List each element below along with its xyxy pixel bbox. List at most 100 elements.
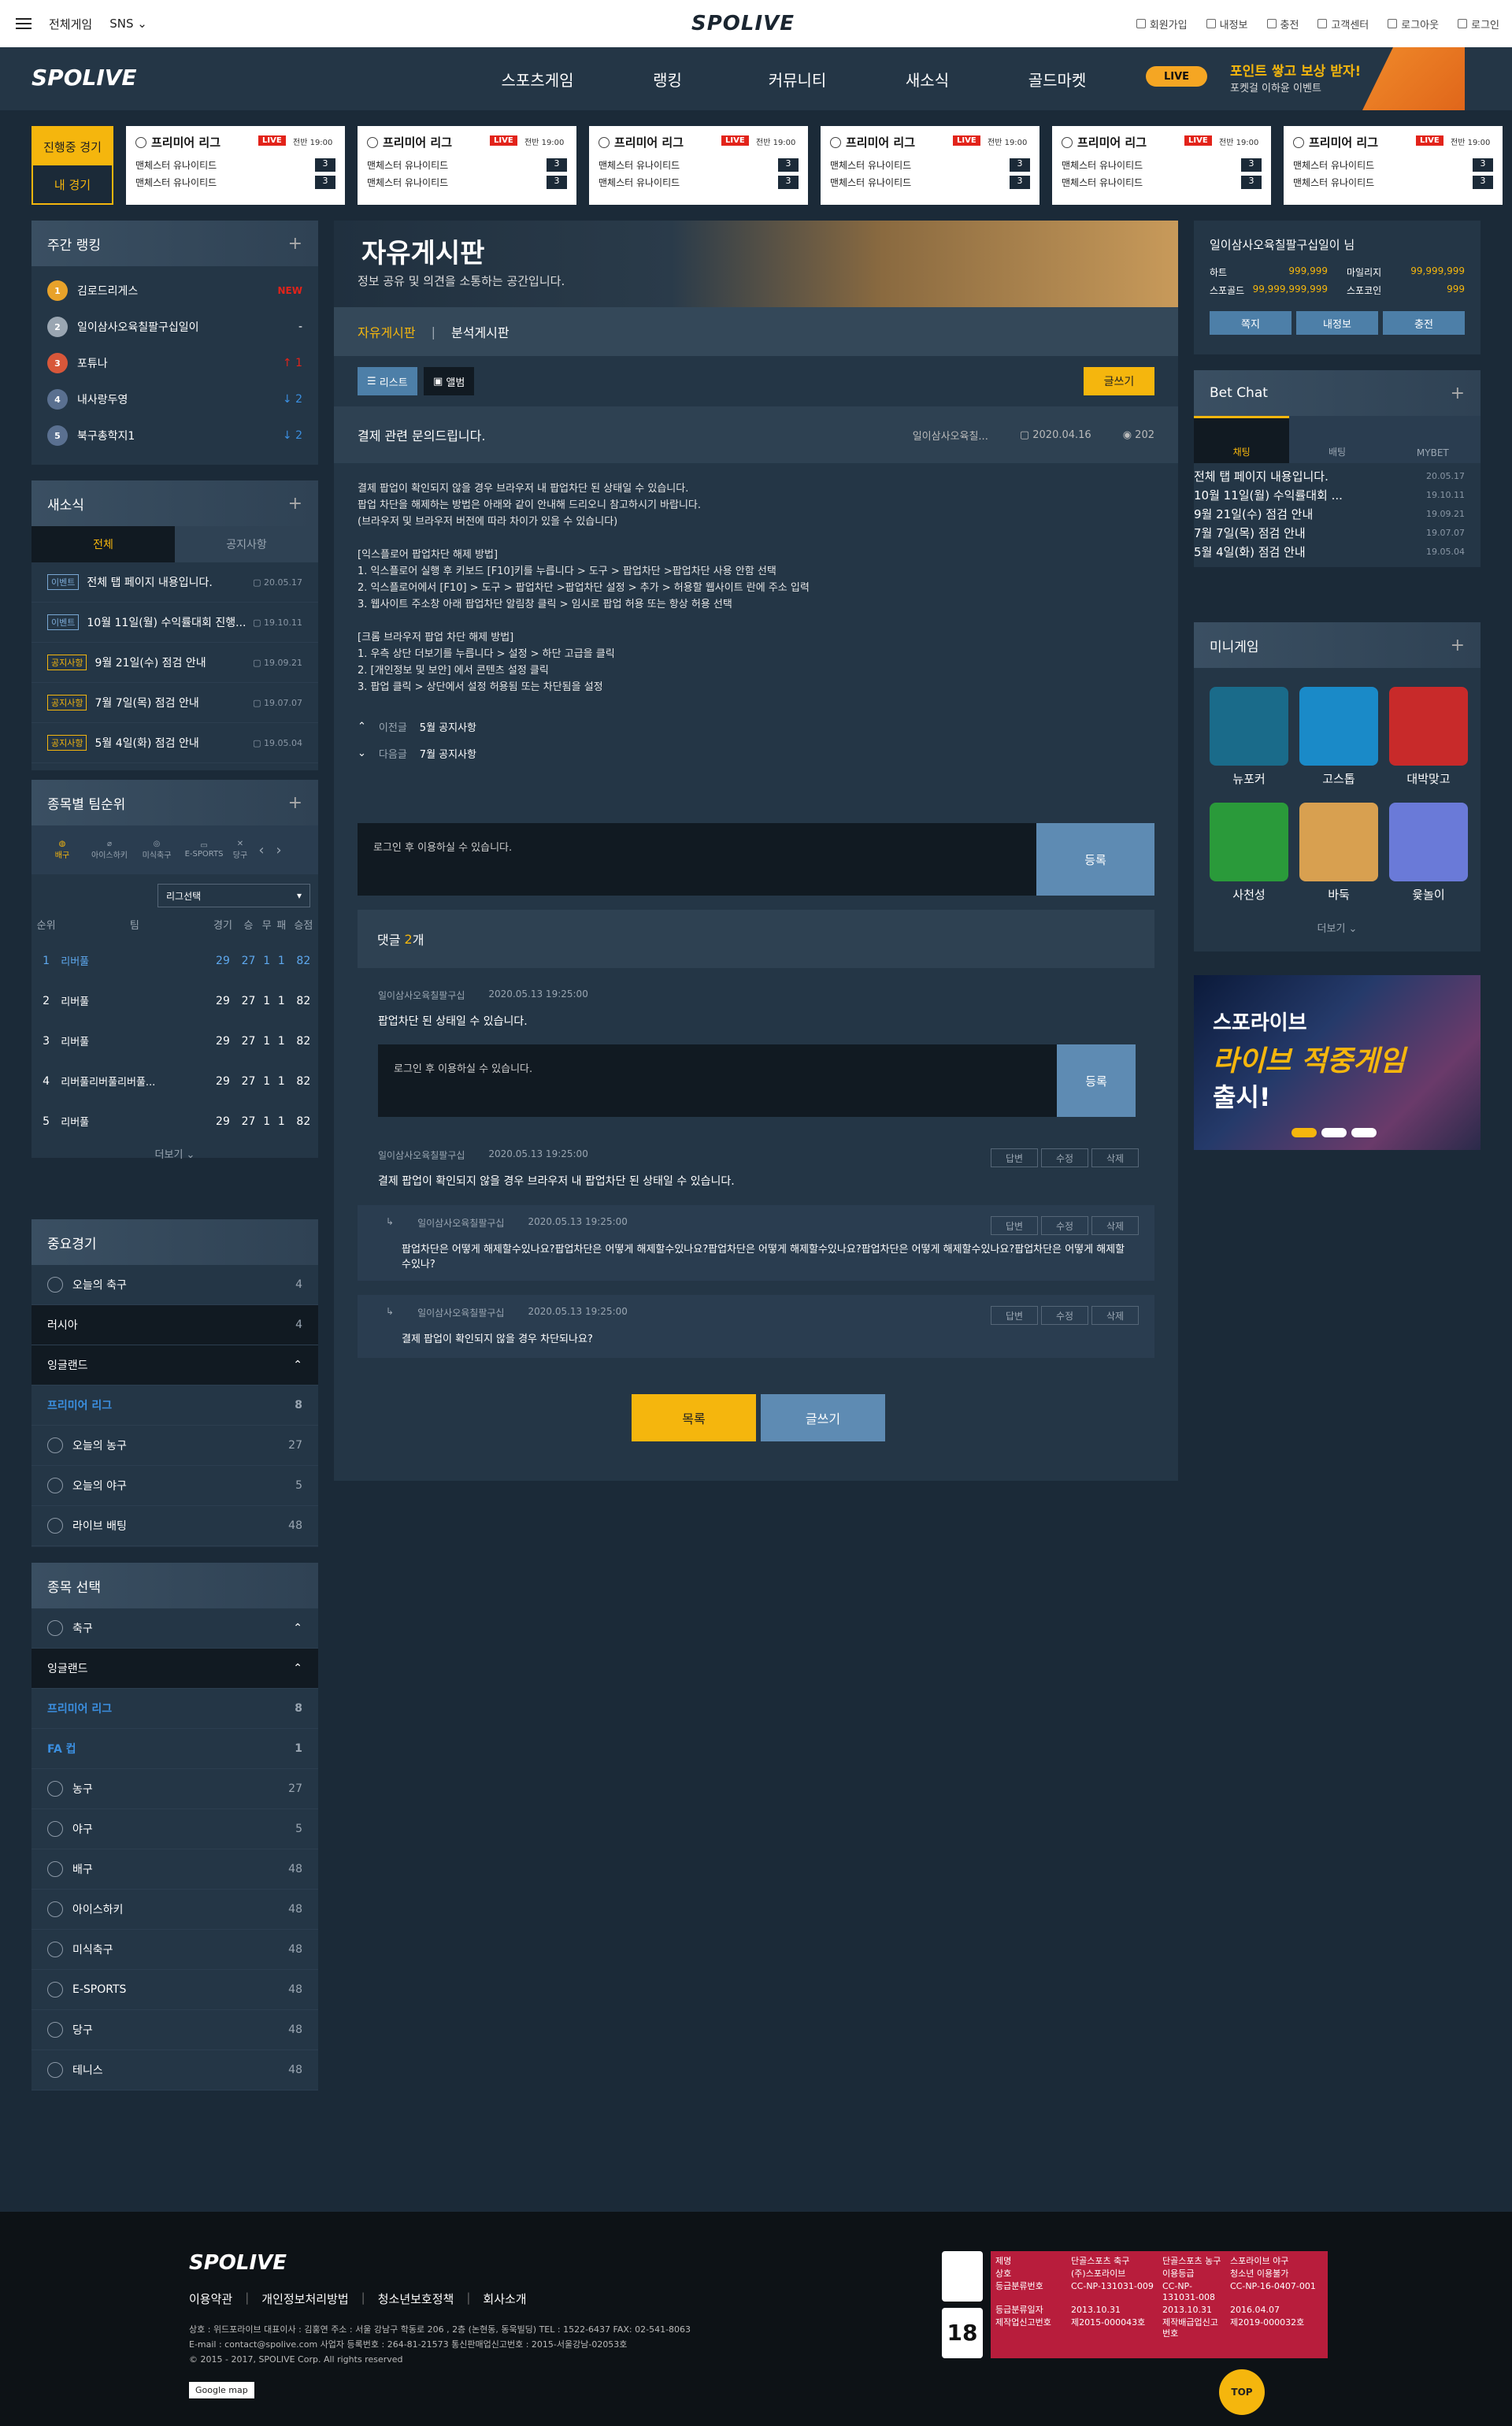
news-row[interactable]: 공지사항 5월 4일(화) 점검 안내 ▢ 19.05.04 (32, 723, 318, 763)
prev-post[interactable]: ⌃ 이전글 5월 공지사항 (358, 713, 1154, 740)
delete-button[interactable]: 삭제 (1091, 1148, 1139, 1167)
album-view-button[interactable]: ▣ 앨범 (424, 367, 475, 395)
chat-row[interactable]: 5월 4일(화) 점검 안내 19.05.04 (1194, 542, 1480, 561)
scroll-top-button[interactable]: TOP (1219, 2369, 1265, 2415)
list-item[interactable]: 오늘의 야구 5 (32, 1466, 318, 1506)
list-item[interactable]: 축구 ⌃ (32, 1608, 318, 1649)
ranking-row[interactable]: 4 내사랑두영 ↓ 2 (32, 381, 318, 417)
edit-button[interactable]: 수정 (1041, 1306, 1088, 1325)
list-item[interactable]: 러시아 4 (32, 1305, 318, 1345)
list-item[interactable]: 야구 5 (32, 1809, 318, 1849)
nav-ranking[interactable]: 랭킹 (602, 68, 732, 91)
chat-row[interactable]: 7월 7일(목) 점검 안내 19.07.07 (1194, 523, 1480, 542)
nav-logo[interactable]: SPOLIVE (32, 65, 137, 91)
list-item[interactable]: 테니스 48 (32, 2050, 318, 2090)
tab-all[interactable]: 전체 (32, 526, 175, 562)
live-game-card[interactable]: 프리미어 리그 LIVE 전반 19:00 맨체스터 유나이티드 3 맨체스터 유… (589, 126, 808, 205)
list-item[interactable]: 잉글랜드 ⌃ (32, 1345, 318, 1385)
live-game-card[interactable]: 프리미어 리그 LIVE 전반 19:00 맨체스터 유나이티드 3 맨체스터 유… (1052, 126, 1271, 205)
list-item[interactable]: 미식축구 48 (32, 1930, 318, 1970)
more-link[interactable]: 더보기 ⌄ (1194, 920, 1480, 935)
ad-banner[interactable]: 스포라이브 라이브 적중게임 출시! (1194, 975, 1480, 1150)
all-games-link[interactable]: 전체게임 (49, 16, 92, 32)
more-link[interactable]: 더보기 ⌄ (32, 1146, 318, 1161)
charge-link[interactable]: 충전 (1266, 17, 1299, 32)
table-row[interactable]: 1 리버풀 29 27 1 1 82 (32, 940, 318, 981)
write-bottom-button[interactable]: 글쓰기 (761, 1394, 885, 1441)
tab-chat[interactable]: 채팅 (1194, 416, 1290, 463)
list-item[interactable]: 배구 48 (32, 1849, 318, 1890)
minigame-item[interactable]: 윷놀이 (1389, 803, 1468, 903)
support-link[interactable]: 고객센터 (1317, 17, 1369, 32)
ranking-row[interactable]: 5 북구총학지1 ↓ 2 (32, 417, 318, 454)
minigame-item[interactable]: 고스톱 (1299, 687, 1378, 787)
tab-mybet[interactable]: MYBET (1384, 416, 1480, 463)
reply-button[interactable]: 답변 (991, 1306, 1038, 1325)
sns-dropdown[interactable]: SNS ⌄ (109, 17, 147, 31)
ranking-row[interactable]: 2 일이삼사오육칠팔구십일이 - (32, 309, 318, 345)
edit-button[interactable]: 수정 (1041, 1148, 1088, 1167)
list-item[interactable]: 오늘의 축구 4 (32, 1265, 318, 1305)
dot[interactable] (1321, 1128, 1347, 1137)
minigame-item[interactable]: 바둑 (1299, 803, 1378, 903)
write-button[interactable]: 글쓰기 (1084, 367, 1154, 395)
dot-active[interactable] (1292, 1128, 1317, 1137)
comment-submit-button[interactable]: 등록 (1036, 823, 1154, 896)
live-badge[interactable]: LIVE (1146, 66, 1207, 87)
sport-tab-football[interactable]: ◎ 미식축구 (134, 840, 180, 860)
reply-button[interactable]: 답변 (991, 1216, 1038, 1235)
plus-icon[interactable]: + (288, 793, 302, 813)
list-button[interactable]: 목록 (632, 1394, 756, 1441)
promo-banner[interactable]: 포인트 쌓고 보상 받자! 포켓걸 이하윤 이벤트 (1230, 60, 1361, 95)
league-select[interactable]: 리그선택 ▾ (158, 884, 310, 907)
comment-author[interactable]: 일이삼사오육칠팔구십 (417, 1216, 504, 1230)
list-item[interactable]: 라이브 배팅 48 (32, 1506, 318, 1546)
minigame-item[interactable]: 사천성 (1210, 803, 1288, 903)
list-item[interactable]: 프리미어 리그 8 (32, 1385, 318, 1426)
next-arrow-icon[interactable]: › (1449, 148, 1468, 183)
terms-link[interactable]: 이용약관 (189, 2291, 232, 2307)
list-item[interactable]: 아이스하키 48 (32, 1890, 318, 1930)
chat-row[interactable]: 전체 탭 페이지 내용입니다. 20.05.17 (1194, 466, 1480, 485)
list-item[interactable]: 잉글랜드 ⌃ (32, 1649, 318, 1689)
tab-notice[interactable]: 공지사항 (175, 526, 318, 562)
ranking-row[interactable]: 3 포튜나 ↑ 1 (32, 345, 318, 381)
tab-live[interactable]: 진행중 경기 (33, 128, 112, 165)
post-author[interactable]: 일이삼사오육칠... (913, 428, 988, 443)
message-button[interactable]: 쪽지 (1210, 311, 1292, 335)
chevron-left-icon[interactable]: ‹ (254, 842, 269, 859)
news-row[interactable]: 이벤트 10월 11일(월) 수익률대회 진행... ▢ 19.10.11 (32, 603, 318, 643)
news-row[interactable]: 공지사항 9월 21일(수) 점검 안내 ▢ 19.09.21 (32, 643, 318, 683)
chat-row[interactable]: 10월 11일(월) 수익률대회 ... 19.10.11 (1194, 485, 1480, 504)
logo[interactable]: SPOLIVE (691, 12, 795, 35)
ranking-row[interactable]: 1 김로드리게스 NEW (32, 273, 318, 309)
live-game-card[interactable]: 프리미어 리그 LIVE 전반 19:00 맨체스터 유나이티드 3 맨체스터 유… (1284, 126, 1503, 205)
delete-button[interactable]: 삭제 (1091, 1306, 1139, 1325)
list-item[interactable]: E-SPORTS 48 (32, 1970, 318, 2010)
tab-analysis-board[interactable]: 분석게시판 (451, 322, 510, 341)
comment-author[interactable]: 일이삼사오육칠팔구십 (417, 1306, 504, 1319)
table-row[interactable]: 2 리버풀 29 27 1 1 82 (32, 981, 318, 1021)
table-row[interactable]: 5 리버풀 29 27 1 1 82 (32, 1101, 318, 1141)
chevron-right-icon[interactable]: › (271, 842, 287, 859)
nav-goldmarket[interactable]: 골드마켓 (992, 68, 1122, 91)
comment-author[interactable]: 일이삼사오육칠팔구십 (378, 989, 465, 1002)
menu-icon[interactable] (16, 18, 32, 29)
privacy-link[interactable]: 개인정보처리방법 (261, 2291, 348, 2307)
minigame-item[interactable]: 뉴포커 (1210, 687, 1288, 787)
sport-tab-billiards[interactable]: ✕ 당구 (228, 840, 252, 860)
comment-author[interactable]: 일이삼사오육칠팔구십 (378, 1148, 465, 1162)
login-link[interactable]: 로그인 (1458, 17, 1499, 32)
myinfo-button[interactable]: 내정보 (1296, 311, 1378, 335)
table-row[interactable]: 4 리버풀리버풀리버풀... 29 27 1 1 82 (32, 1061, 318, 1101)
charge-button[interactable]: 충전 (1383, 311, 1465, 335)
youth-link[interactable]: 청소년보호정책 (378, 2291, 454, 2307)
dot[interactable] (1351, 1128, 1377, 1137)
nav-news[interactable]: 새소식 (862, 68, 992, 91)
tab-free-board[interactable]: 자유게시판 (358, 322, 416, 341)
news-row[interactable]: 공지사항 7월 7일(목) 점검 안내 ▢ 19.07.07 (32, 683, 318, 723)
sport-tab-volleyball[interactable]: ◍ 배구 (39, 840, 85, 860)
reply-submit-button[interactable]: 등록 (1057, 1044, 1136, 1117)
list-item[interactable]: 오늘의 농구 27 (32, 1426, 318, 1466)
live-game-card[interactable]: 프리미어 리그 LIVE 전반 19:00 맨체스터 유나이티드 3 맨체스터 유… (126, 126, 345, 205)
